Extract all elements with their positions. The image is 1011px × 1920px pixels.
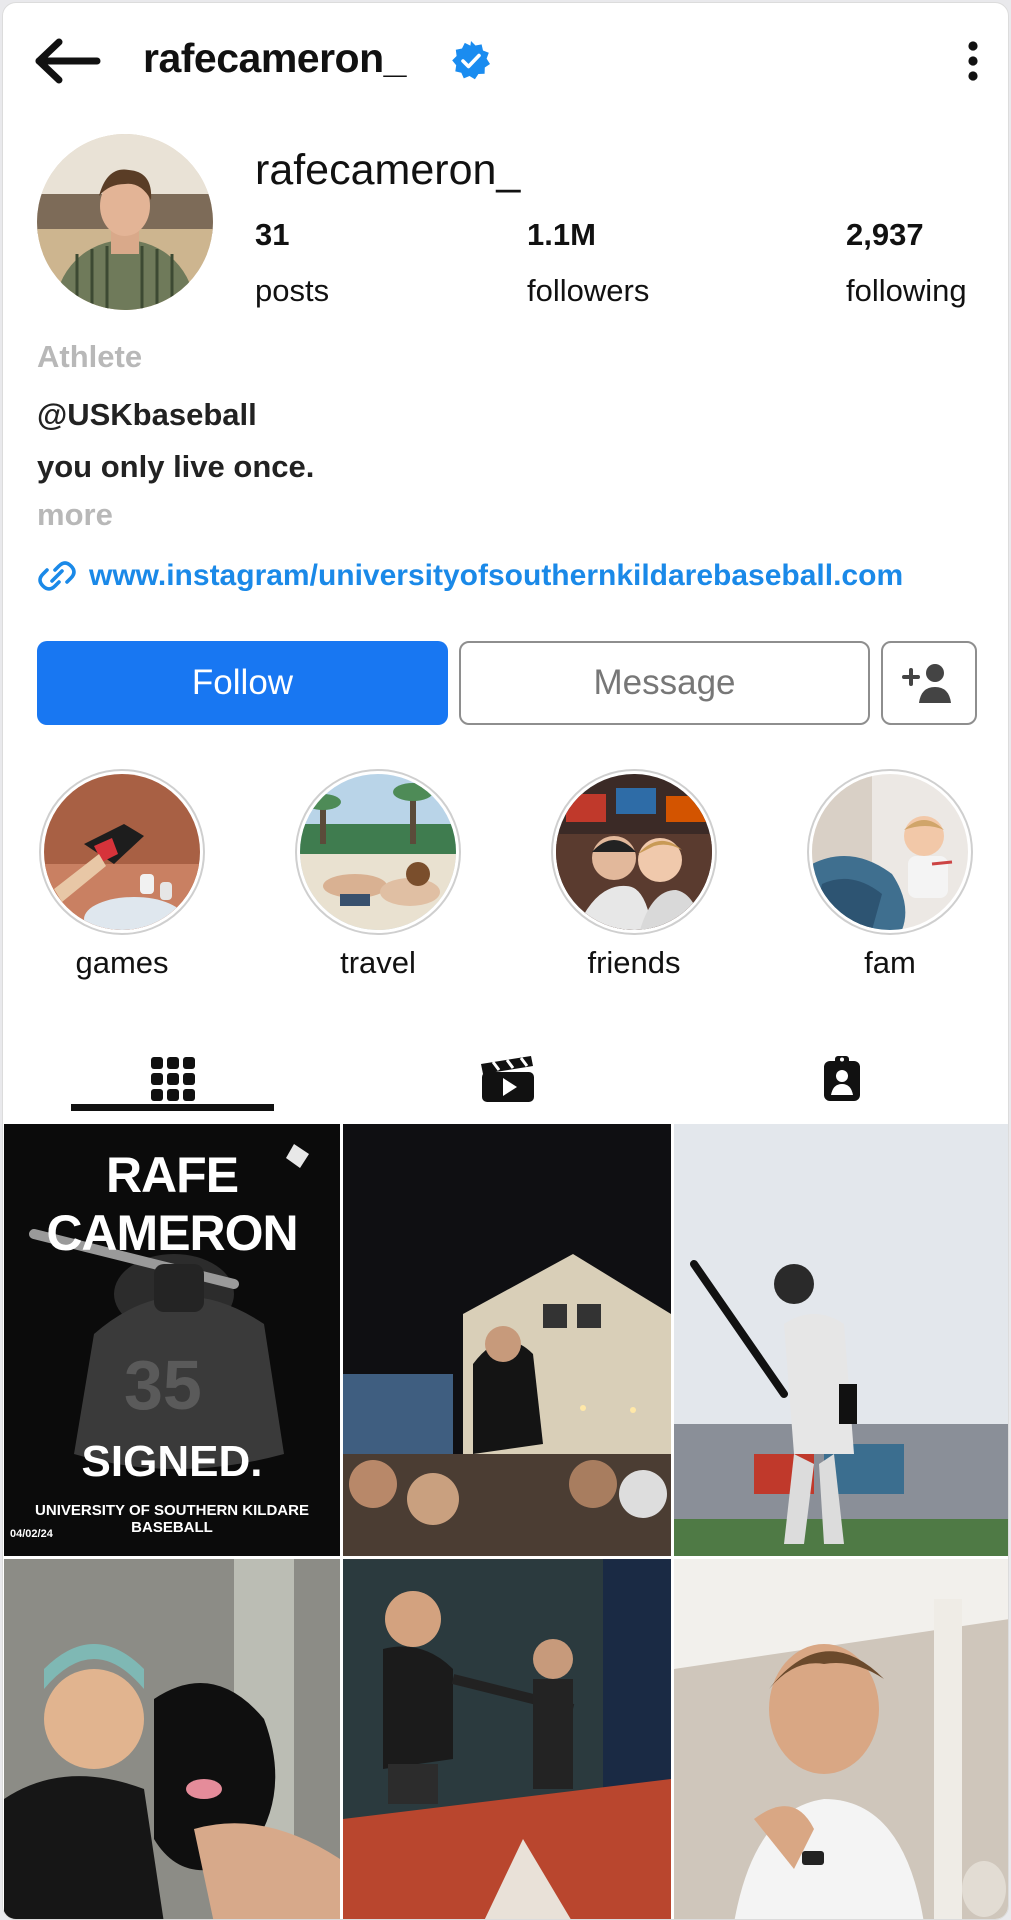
profile-screen: rafecameron_ rafecameron_ 31 posts 1.1M … bbox=[2, 2, 1009, 1920]
follow-button[interactable]: Follow bbox=[37, 641, 448, 725]
stat-posts-label: posts bbox=[255, 273, 330, 308]
stat-following-label: following bbox=[846, 273, 967, 308]
profile-category: Athlete bbox=[37, 339, 143, 374]
post-tile-3[interactable] bbox=[674, 1124, 1008, 1556]
stat-following[interactable]: 2,937 following bbox=[846, 217, 967, 309]
post-1-title: RAFE CAMERON bbox=[46, 1147, 298, 1261]
post-tile-1[interactable]: 35 RAFE CAMERON SIGNED. UNIVERSITY OF SO… bbox=[4, 1124, 340, 1556]
highlight-games-cover bbox=[39, 769, 205, 935]
reels-icon bbox=[481, 1056, 534, 1102]
post-tile-6[interactable] bbox=[674, 1559, 1008, 1919]
post-1-signed: SIGNED. bbox=[81, 1437, 263, 1486]
active-tab-indicator bbox=[71, 1104, 274, 1111]
highlight-friends-cover bbox=[551, 769, 717, 935]
highlight-games-label: games bbox=[75, 945, 169, 980]
tab-reels[interactable] bbox=[468, 1049, 548, 1109]
stat-followers[interactable]: 1.1M followers bbox=[527, 217, 649, 309]
post-tile-5[interactable] bbox=[343, 1559, 671, 1919]
more-options-icon[interactable] bbox=[953, 39, 993, 83]
highlight-travel-cover bbox=[295, 769, 461, 935]
profile-name: rafecameron_ bbox=[255, 146, 521, 194]
svg-text:35: 35 bbox=[124, 1346, 202, 1424]
bio-line-mention[interactable]: @USKbaseball bbox=[37, 397, 257, 433]
post-tile-4[interactable] bbox=[4, 1559, 340, 1919]
highlight-fam-cover bbox=[807, 769, 973, 935]
stat-posts-value: 31 bbox=[255, 217, 290, 252]
stat-followers-value: 1.1M bbox=[527, 217, 596, 252]
stat-followers-label: followers bbox=[527, 273, 650, 308]
post-1-date: 04/02/24 bbox=[10, 1528, 53, 1540]
profile-website-link[interactable]: www.instagram/universityofsouthernkildar… bbox=[37, 556, 903, 596]
suggest-users-button[interactable] bbox=[881, 641, 977, 725]
highlight-friends[interactable]: friends bbox=[549, 769, 719, 981]
grid-icon bbox=[151, 1057, 195, 1101]
highlight-fam[interactable]: fam bbox=[805, 769, 975, 981]
post-tile-2[interactable] bbox=[343, 1124, 671, 1556]
tab-posts-grid[interactable] bbox=[133, 1049, 213, 1109]
tab-tagged[interactable] bbox=[802, 1049, 882, 1109]
post-1-caption: UNIVERSITY OF SOUTHERN KILDARE BASEBALL bbox=[35, 1502, 309, 1536]
stat-following-value: 2,937 bbox=[846, 217, 924, 252]
header-username: rafecameron_ bbox=[143, 35, 406, 81]
message-button[interactable]: Message bbox=[459, 641, 870, 725]
verified-badge-icon bbox=[449, 39, 493, 83]
website-link-text: www.instagram/universityofsouthernkildar… bbox=[89, 559, 904, 592]
highlight-friends-label: friends bbox=[587, 945, 681, 980]
highlight-travel[interactable]: travel bbox=[293, 769, 463, 981]
link-icon bbox=[38, 561, 76, 591]
bio-line-text: you only live once. bbox=[37, 449, 315, 484]
highlight-games[interactable]: games bbox=[37, 769, 207, 981]
tagged-icon bbox=[824, 1056, 860, 1101]
bio-more-link[interactable]: more bbox=[37, 497, 113, 533]
highlight-fam-label: fam bbox=[864, 945, 916, 980]
highlight-travel-label: travel bbox=[340, 945, 416, 980]
back-arrow-icon[interactable] bbox=[33, 37, 103, 85]
profile-avatar[interactable] bbox=[37, 134, 213, 310]
add-person-icon bbox=[902, 664, 951, 703]
stat-posts[interactable]: 31 posts bbox=[255, 217, 329, 309]
